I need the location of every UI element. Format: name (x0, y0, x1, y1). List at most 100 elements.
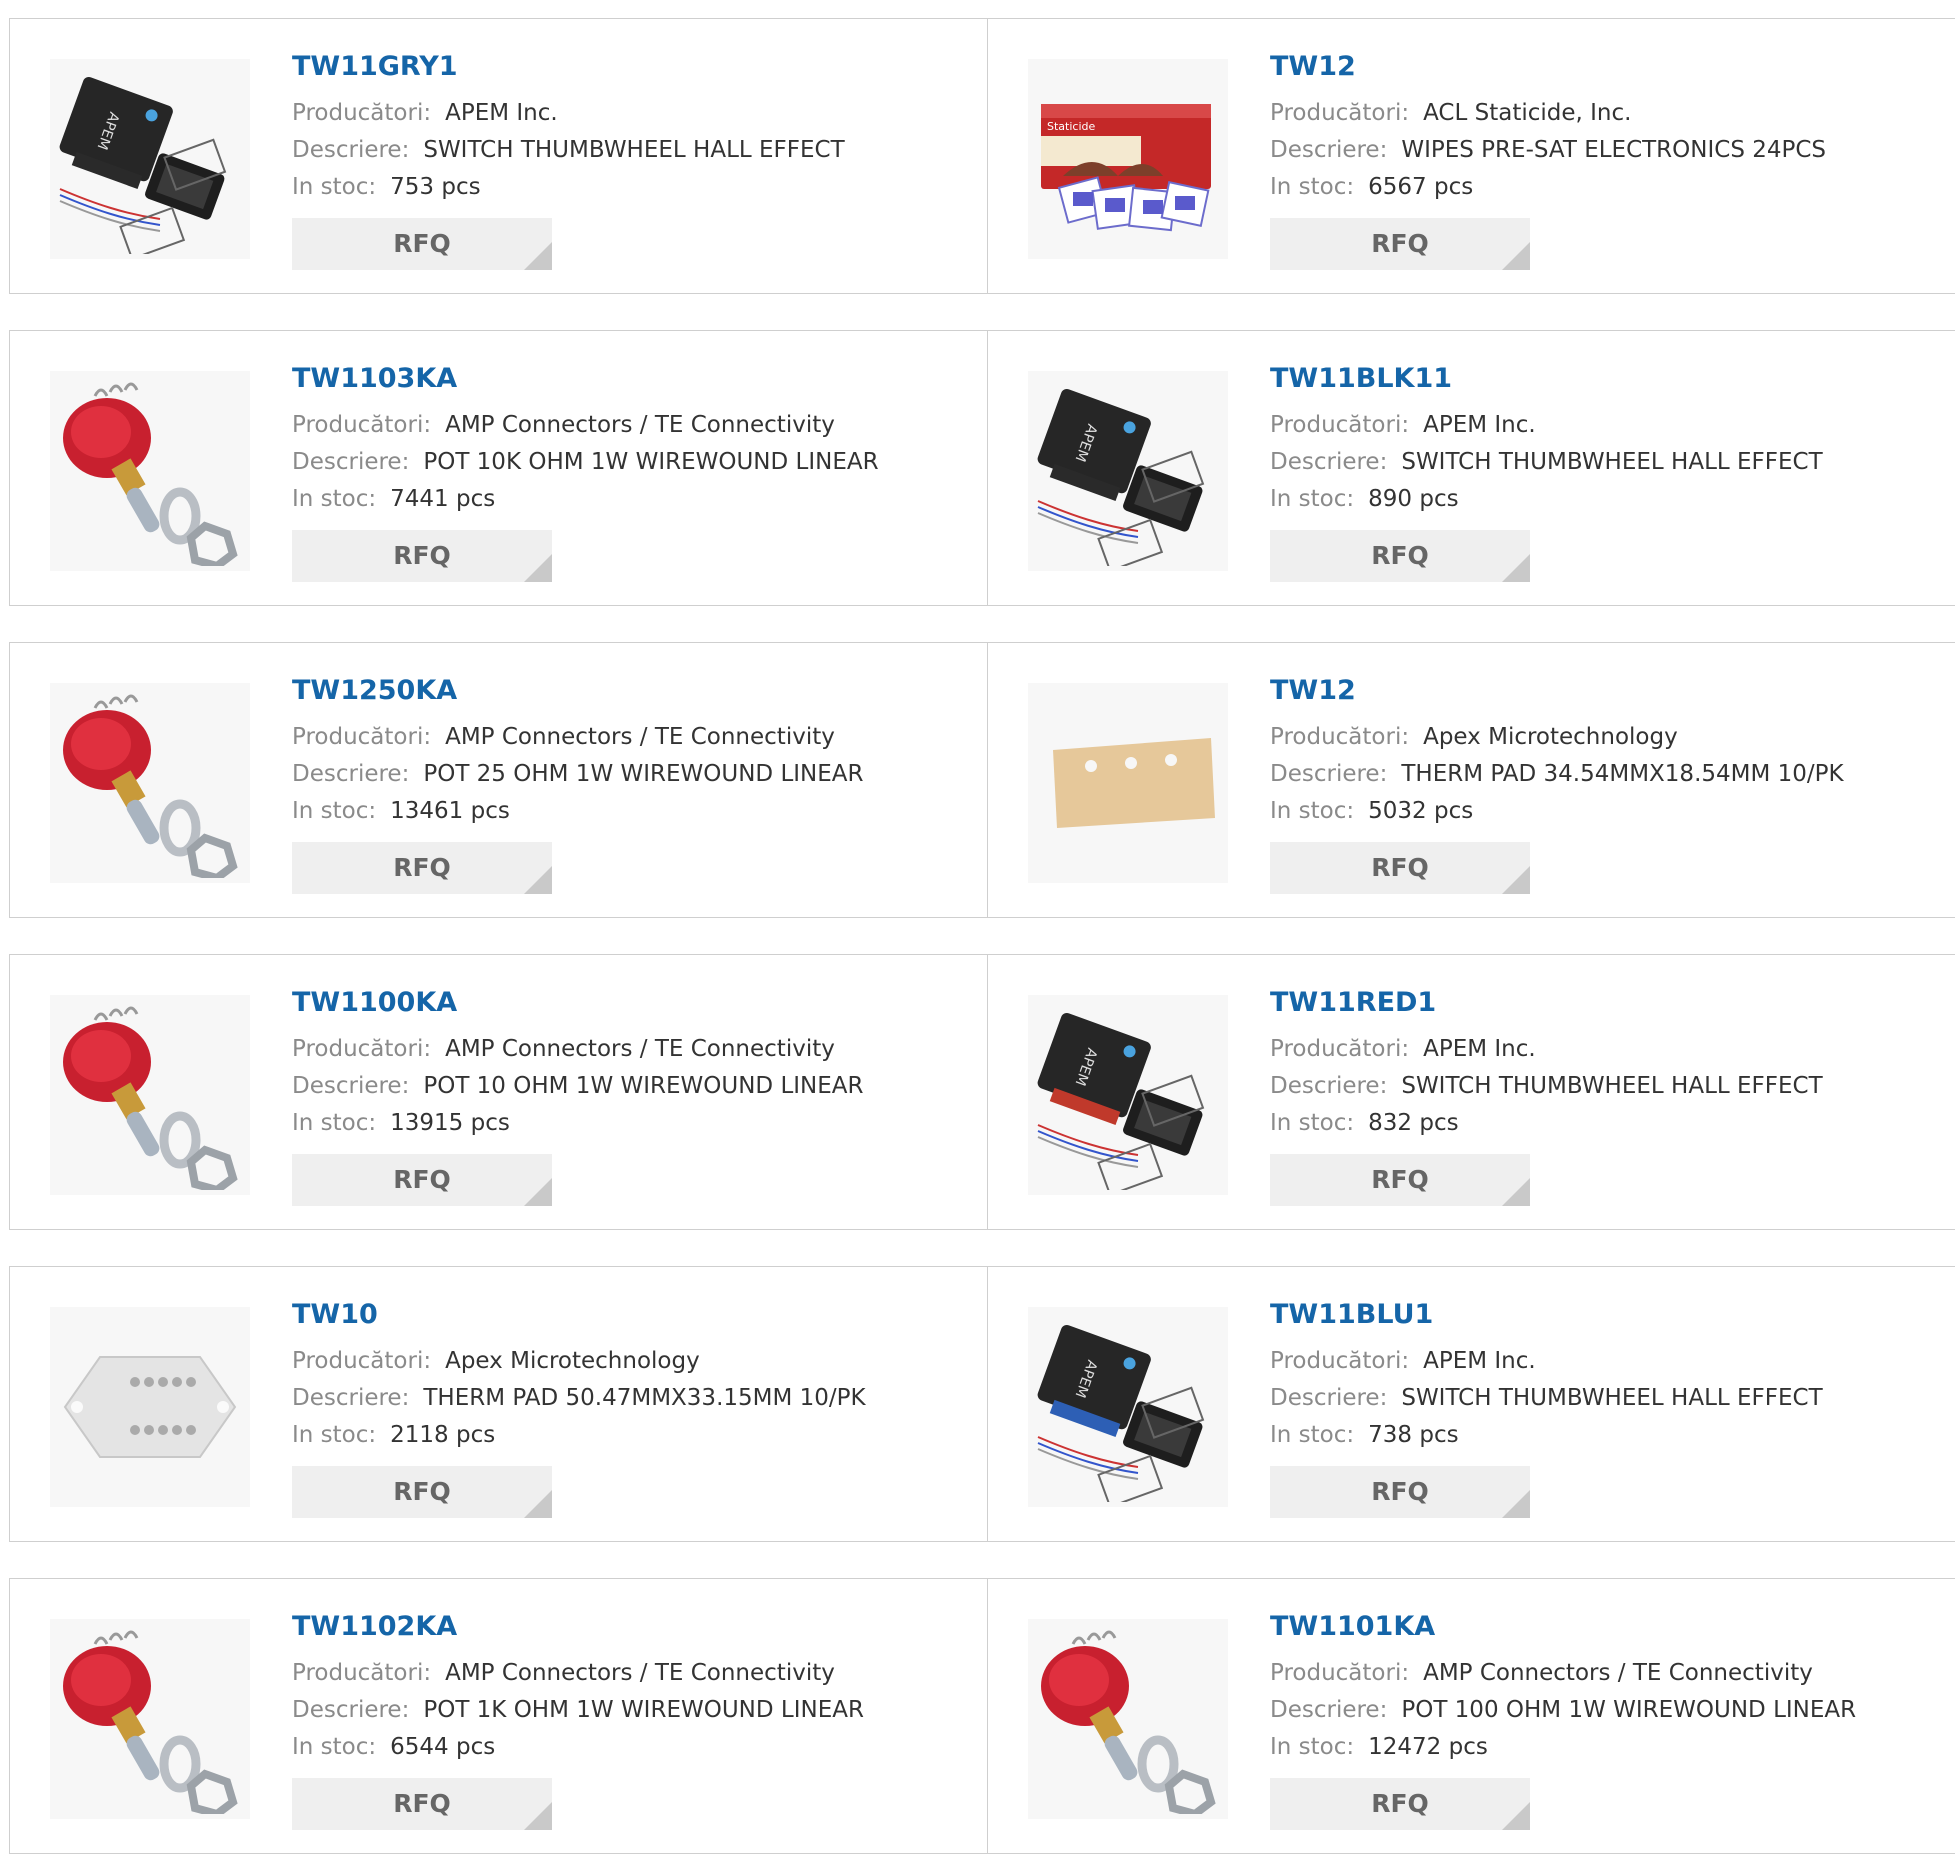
product-image[interactable]: APEM (1028, 1307, 1228, 1507)
manufacturer-value: AMP Connectors / TE Connectivity (1423, 1660, 1813, 1686)
rfq-label: RFQ (1371, 1477, 1429, 1506)
stock-label: In stoc: (1270, 1422, 1355, 1448)
corner-fold-icon (1502, 554, 1530, 582)
stock-label: In stoc: (1270, 486, 1355, 512)
rfq-button[interactable]: RFQ (292, 1778, 552, 1830)
description-row: Descriere: SWITCH THUMBWHEEL HALL EFFECT (1270, 1068, 1955, 1105)
stock-value: 5032 pcs (1368, 798, 1474, 824)
product-info: TW11BLK11 Producători: APEM Inc. Descrier… (1270, 361, 1955, 582)
product-image[interactable]: APEM (1028, 995, 1228, 1195)
description-value: SWITCH THUMBWHEEL HALL EFFECT (423, 137, 845, 163)
rfq-label: RFQ (1371, 853, 1429, 882)
description-label: Descriere: (292, 1385, 410, 1411)
description-row: Descriere: SWITCH THUMBWHEEL HALL EFFECT (1270, 444, 1955, 481)
part-number-link[interactable]: TW11GRY1 (292, 49, 978, 85)
manufacturer-row: Producători: AMP Connectors / TE Connecti… (292, 719, 978, 756)
thumbwheel-switch-gray-icon: APEM (55, 64, 245, 254)
thumbwheel-switch-black-icon: APEM (1033, 376, 1223, 566)
description-value: POT 10 OHM 1W WIREWOUND LINEAR (423, 1073, 864, 1099)
part-number-link[interactable]: TW1100KA (292, 985, 978, 1021)
corner-fold-icon (524, 1490, 552, 1518)
product-image[interactable] (1028, 1619, 1228, 1819)
corner-fold-icon (1502, 1178, 1530, 1206)
stock-row: In stoc: 6567 pcs (1270, 169, 1955, 206)
stock-value: 13915 pcs (390, 1110, 510, 1136)
product-image[interactable] (50, 995, 250, 1195)
product-image[interactable]: Staticide (1028, 59, 1228, 259)
rfq-label: RFQ (393, 1477, 451, 1506)
product-info: TW1250KA Producători: AMP Connectors / TE… (292, 673, 978, 894)
rfq-button[interactable]: RFQ (1270, 530, 1530, 582)
manufacturer-label: Producători: (292, 100, 432, 126)
product-card: TW1102KA Producători: AMP Connectors / TE… (9, 1578, 989, 1854)
description-label: Descriere: (292, 449, 410, 475)
part-number-link[interactable]: TW1103KA (292, 361, 978, 397)
part-number-link[interactable]: TW12 (1270, 49, 1955, 85)
rfq-label: RFQ (1371, 1789, 1429, 1818)
product-card: Staticide TW12 Producători: ACL Staticide… (987, 18, 1955, 294)
manufacturer-value: APEM Inc. (445, 100, 558, 126)
manufacturer-row: Producători: ACL Staticide, Inc. (1270, 95, 1955, 132)
rfq-button[interactable]: RFQ (1270, 218, 1530, 270)
description-value: POT 100 OHM 1W WIREWOUND LINEAR (1401, 1697, 1857, 1723)
description-label: Descriere: (1270, 449, 1388, 475)
product-card: TW12 Producători: Apex Microtechnology De… (987, 642, 1955, 918)
product-image[interactable]: APEM (50, 59, 250, 259)
corner-fold-icon (524, 1802, 552, 1830)
product-image[interactable] (50, 1307, 250, 1507)
rfq-button[interactable]: RFQ (1270, 1466, 1530, 1518)
product-card: APEM TW11RED1 Producători: APEM Inc. Desc… (987, 954, 1955, 1230)
product-card: TW1250KA Producători: AMP Connectors / TE… (9, 642, 989, 918)
manufacturer-value: Apex Microtechnology (1423, 724, 1678, 750)
rfq-button[interactable]: RFQ (1270, 842, 1530, 894)
manufacturer-row: Producători: AMP Connectors / TE Connecti… (1270, 1655, 1955, 1692)
stock-value: 6567 pcs (1368, 174, 1474, 200)
stock-label: In stoc: (292, 1734, 377, 1760)
product-image[interactable]: APEM (1028, 371, 1228, 571)
stock-label: In stoc: (292, 798, 377, 824)
stock-row: In stoc: 890 pcs (1270, 481, 1955, 518)
part-number-link[interactable]: TW11BLK11 (1270, 361, 1955, 397)
manufacturer-label: Producători: (1270, 1348, 1410, 1374)
part-number-link[interactable]: TW11RED1 (1270, 985, 1955, 1021)
part-number-link[interactable]: TW10 (292, 1297, 978, 1333)
rfq-button[interactable]: RFQ (292, 218, 552, 270)
manufacturer-label: Producători: (292, 1660, 432, 1686)
part-number-link[interactable]: TW12 (1270, 673, 1955, 709)
part-number-link[interactable]: TW11BLU1 (1270, 1297, 1955, 1333)
rfq-label: RFQ (393, 229, 451, 258)
description-value: THERM PAD 34.54MMX18.54MM 10/PK (1401, 761, 1844, 787)
product-card: TW1101KA Producători: AMP Connectors / TE… (987, 1578, 1955, 1854)
product-info: TW12 Producători: ACL Staticide, Inc. Des… (1270, 49, 1955, 270)
part-number-link[interactable]: TW1250KA (292, 673, 978, 709)
rfq-button[interactable]: RFQ (1270, 1154, 1530, 1206)
product-image[interactable] (50, 683, 250, 883)
stock-label: In stoc: (292, 486, 377, 512)
product-card: APEM TW11GRY1 Producători: APEM Inc. Desc… (9, 18, 989, 294)
stock-value: 13461 pcs (390, 798, 510, 824)
stock-value: 12472 pcs (1368, 1734, 1488, 1760)
part-number-link[interactable]: TW1102KA (292, 1609, 978, 1645)
part-number-link[interactable]: TW1101KA (1270, 1609, 1955, 1645)
potentiometer-icon (1033, 1624, 1223, 1814)
potentiometer-icon (55, 688, 245, 878)
product-card: TW1100KA Producători: AMP Connectors / TE… (9, 954, 989, 1230)
rfq-button[interactable]: RFQ (292, 530, 552, 582)
rfq-button[interactable]: RFQ (292, 1466, 552, 1518)
rfq-label: RFQ (393, 1165, 451, 1194)
corner-fold-icon (524, 554, 552, 582)
wipes-box-icon: Staticide (1033, 64, 1223, 254)
rfq-button[interactable]: RFQ (292, 1154, 552, 1206)
product-info: TW1100KA Producători: AMP Connectors / TE… (292, 985, 978, 1206)
product-image[interactable] (50, 1619, 250, 1819)
stock-value: 738 pcs (1368, 1422, 1459, 1448)
manufacturer-value: AMP Connectors / TE Connectivity (445, 724, 835, 750)
product-info: TW1101KA Producători: AMP Connectors / TE… (1270, 1609, 1955, 1830)
stock-row: In stoc: 6544 pcs (292, 1729, 978, 1766)
rfq-button[interactable]: RFQ (292, 842, 552, 894)
stock-value: 6544 pcs (390, 1734, 496, 1760)
corner-fold-icon (1502, 1490, 1530, 1518)
rfq-button[interactable]: RFQ (1270, 1778, 1530, 1830)
product-image[interactable] (50, 371, 250, 571)
product-image[interactable] (1028, 683, 1228, 883)
